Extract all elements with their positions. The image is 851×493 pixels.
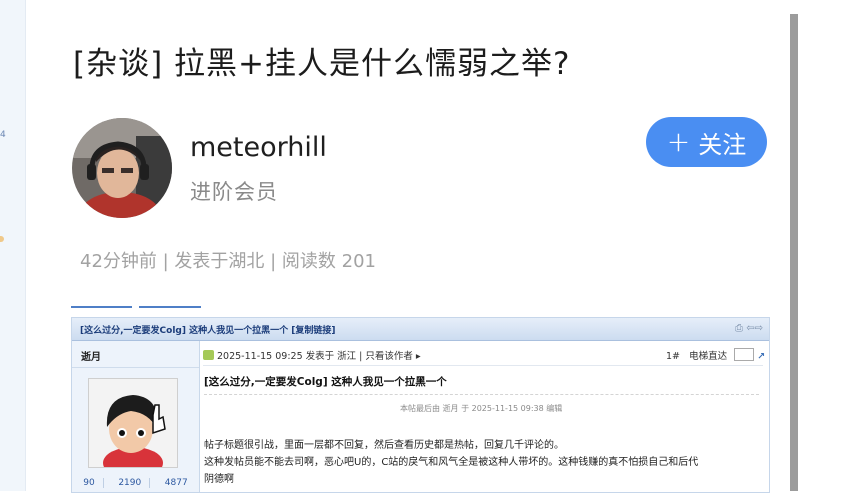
edit-note: 本帖最后由 逝月 于 2025-11-15 09:38 编辑 [400, 404, 563, 413]
post-info-text: 2025-11-15 09:25 发表于 浙江 | 只看该作者 ▸ [217, 351, 421, 362]
scrollbar[interactable] [790, 14, 798, 491]
plus-icon: + [666, 125, 691, 158]
avatar-photo [72, 118, 172, 218]
forum-post-info: 2025-11-15 09:25 发表于 浙江 | 只看该作者 ▸ [203, 348, 421, 362]
follow-label: 关注 [698, 130, 747, 159]
follow-button[interactable]: + 关注 [646, 117, 767, 167]
divider [204, 394, 759, 395]
stat-value: 4877 [164, 478, 188, 488]
post-icon [203, 350, 214, 360]
forum-header-icons: ⎙ ⇦⇨ [735, 323, 763, 334]
forum-post-title: [这么过分,一定要发Colg] 这种人我见一个拉黑一个 [204, 376, 447, 388]
forum-user-stats: 90 2190 4877 [72, 478, 199, 488]
forum-user-avatar [88, 378, 178, 479]
body-line: 阴德啊 [204, 474, 234, 485]
forum-post-body: 2025-11-15 09:25 发表于 浙江 | 只看该作者 ▸ 1# 电梯直… [200, 341, 769, 492]
divider [203, 365, 763, 366]
tab-underline [139, 306, 201, 308]
post-title: [杂谈] 拉黑+挂人是什么懦弱之举? [73, 46, 571, 82]
floor-jump: 1# 电梯直达 ↗ [666, 348, 765, 362]
outside-area [798, 0, 851, 491]
forum-post-text: 帖子标题很引战，里面一层都不回复，然后查看历史都是热帖，回复几千评论的。 这种发… [204, 437, 764, 488]
left-sidebar: 4 [0, 0, 26, 491]
sidebar-number: 4 [0, 130, 6, 140]
sidebar-marker [0, 236, 4, 242]
body-line: 这种发帖员能不能去司啊，恶心吧U的，C站的戾气和风气全是被这种人带坏的。这种钱赚… [204, 457, 699, 468]
floor-number: 1# [666, 351, 681, 362]
tab-underline [71, 306, 132, 308]
forum-screenshot: [这么过分,一定要发Colg] 这种人我见一个拉黑一个 [复制链接] ⎙ ⇦⇨ … [71, 317, 770, 493]
stat-value: 90 [75, 478, 104, 488]
author-rank: 进阶会员 [190, 180, 278, 204]
print-icon: ⎙ [735, 323, 744, 334]
post-meta: 42分钟前 | 发表于湖北 | 阅读数 201 [80, 251, 376, 272]
forum-user-name: 逝月 [81, 352, 101, 363]
go-icon: ↗ [757, 351, 766, 362]
author-avatar[interactable] [72, 118, 172, 218]
floor-jump-label: 电梯直达 [689, 351, 728, 362]
author-name[interactable]: meteorhill [190, 132, 327, 163]
forum-header-title: [这么过分,一定要发Colg] 这种人我见一个拉黑一个 [复制链接] [80, 326, 336, 336]
divider [72, 367, 199, 368]
body-line: 帖子标题很引战，里面一层都不回复，然后查看历史都是热帖，回复几千评论的。 [204, 440, 564, 451]
cartoon-avatar [89, 379, 177, 479]
floor-input [734, 348, 755, 361]
stat-value: 2190 [110, 478, 151, 488]
arrow-icon: ⇦⇨ [746, 323, 763, 334]
forum-user-panel: 逝月 90 2190 4877 [72, 341, 200, 492]
forum-header: [这么过分,一定要发Colg] 这种人我见一个拉黑一个 [复制链接] ⎙ ⇦⇨ [72, 318, 769, 341]
